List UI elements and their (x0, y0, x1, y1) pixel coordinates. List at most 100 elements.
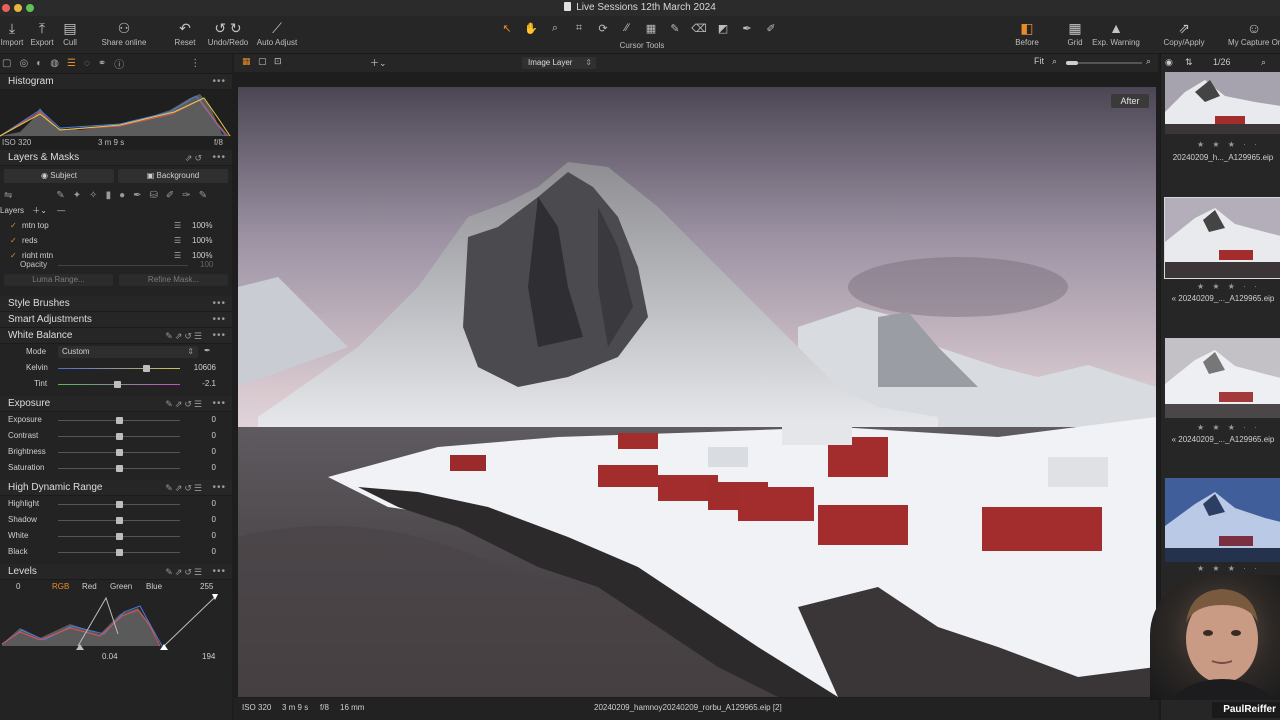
more-icon[interactable]: ••• (212, 328, 226, 344)
slider-knob[interactable] (116, 465, 123, 472)
kelvin-slider-track[interactable] (58, 368, 180, 369)
levels-blue-tab[interactable]: Blue (146, 582, 162, 591)
pen-icon[interactable]: ✒ (133, 190, 141, 201)
my-capture-one-button[interactable]: ☺My Capture One (1228, 16, 1280, 54)
layer-select[interactable]: Image Layer ⇕ (522, 57, 596, 69)
keystone-icon[interactable]: ∕∕ (618, 22, 636, 34)
adjustments-tab-icon[interactable]: ☰ (67, 58, 76, 69)
slider-knob[interactable] (116, 433, 123, 440)
add-icon[interactable]: ＋⌄ (370, 56, 387, 69)
zoom-in-icon[interactable]: ⌕ (1146, 56, 1151, 67)
check-icon[interactable]: ✓ (10, 248, 17, 258)
reset-button[interactable]: ↶ Reset (170, 16, 200, 54)
wb-mode-select[interactable]: Custom ⇕ (58, 346, 198, 358)
tool-controls-icon[interactable]: ✎⇗↺☰ (165, 480, 204, 496)
levels-rgb-tab[interactable]: RGB (52, 582, 69, 591)
add-layer-icon[interactable]: ＋⌄ (32, 206, 47, 215)
slider-knob[interactable] (116, 501, 123, 508)
eye-icon[interactable]: ◉ (1165, 57, 1173, 68)
metadata-tab-icon[interactable]: ⓘ (114, 56, 124, 71)
select-cursor-icon[interactable]: ↖ (498, 22, 516, 35)
layer-row[interactable]: ✓ reds ☰ 100% (0, 233, 232, 248)
single-view-icon[interactable]: ▢ (258, 56, 267, 67)
undo-redo-button[interactable]: ↺ ↻ Undo/Redo (206, 16, 250, 54)
check-icon[interactable]: ✓ (10, 218, 17, 233)
heal-icon[interactable]: ✑ (182, 190, 190, 201)
import-button[interactable]: ⤓ Import (0, 16, 24, 54)
slider-knob[interactable] (116, 549, 123, 556)
layer-row[interactable]: ✓ right mtn ☰ 100% (0, 248, 232, 258)
share-online-button[interactable]: ⚇ Share online (100, 16, 148, 54)
clone-icon[interactable]: ✎ (199, 190, 207, 201)
fill-icon[interactable]: ⛁ (150, 190, 158, 201)
draw-mask-icon[interactable]: ✎ (56, 190, 64, 201)
layers-tab-icon[interactable]: ⚭ (98, 58, 106, 69)
luma-range-button[interactable]: Luma Range... (4, 274, 113, 286)
picker-icon[interactable]: ✒ (738, 22, 756, 35)
refine-mask-button[interactable]: Refine Mask... (119, 274, 228, 286)
more-icon[interactable]: ••• (212, 312, 226, 328)
auto-adjust-button[interactable]: ⟋ Auto Adjust (254, 16, 300, 54)
filmstrip-thumb[interactable] (1165, 72, 1280, 134)
before-button[interactable]: ◧ Before (1012, 16, 1042, 54)
spot-icon[interactable]: ▦ (642, 22, 660, 35)
tool-controls-icon[interactable]: ✎⇗↺☰ (165, 328, 204, 344)
exposure-header[interactable]: Exposure ✎⇗↺☰ ••• (0, 396, 232, 412)
layer-row[interactable]: ✓ mtn top ☰ 100% (0, 218, 232, 233)
gradient-icon[interactable]: ◩ (714, 22, 732, 35)
cull-button[interactable]: ▤ Cull (60, 16, 80, 54)
check-icon[interactable]: ✓ (10, 233, 17, 248)
lens-tab-icon[interactable]: ◐ (36, 58, 42, 69)
zoom-icon[interactable]: ⌕ (1052, 56, 1057, 67)
filmstrip-thumb-selected[interactable] (1164, 197, 1280, 279)
smart-adjustments-header[interactable]: Smart Adjustments ••• (0, 312, 232, 328)
capture-tab-icon[interactable]: ◎ (19, 58, 28, 69)
background-mask-button[interactable]: ▣ Background (118, 169, 228, 183)
remove-layer-icon[interactable]: — (57, 206, 65, 215)
zoom-cursor-icon[interactable]: ⌕ (546, 22, 564, 35)
slider-knob[interactable] (116, 533, 123, 540)
subject-mask-button[interactable]: ◉ Subject (4, 169, 114, 183)
more-icon[interactable]: ••• (212, 396, 226, 412)
white-balance-header[interactable]: White Balance ✎⇗↺☰ ••• (0, 328, 232, 344)
zoom-fit-label[interactable]: Fit (1034, 56, 1044, 66)
eraser-icon[interactable]: ⌫ (690, 22, 708, 35)
panel-menu-icon[interactable]: ⋮ (190, 58, 200, 69)
levels-graph[interactable]: 0.04 194 (0, 594, 232, 661)
image-viewer[interactable] (238, 87, 1156, 697)
erase-mask-icon[interactable]: ✐ (166, 190, 174, 201)
more-icon[interactable]: ••• (212, 74, 226, 90)
more-icon[interactable]: ••• (212, 480, 226, 496)
export-button[interactable]: ⤒ Export (28, 16, 56, 54)
annotate-icon[interactable]: ✐ (762, 22, 780, 35)
layer-controls-icon[interactable]: ⇗↺ (185, 150, 204, 166)
refine-brush-icon[interactable]: ✧ (89, 190, 97, 201)
linear-gradient-icon[interactable]: ▮ (106, 190, 112, 201)
tool-controls-icon[interactable]: ✎⇗↺☰ (165, 564, 204, 580)
crop-icon[interactable]: ⌗ (570, 22, 588, 35)
multi-view-icon[interactable]: ▦ (242, 56, 251, 67)
style-brushes-header[interactable]: Style Brushes ••• (0, 296, 232, 312)
search-icon[interactable]: ⌕ (1261, 57, 1266, 68)
levels-red-tab[interactable]: Red (82, 582, 97, 591)
grid-button[interactable]: ▦ Grid (1064, 16, 1086, 54)
exposure-warning-button[interactable]: ▲ Exp. Warning (1092, 16, 1140, 54)
pan-icon[interactable]: ✋ (522, 22, 540, 35)
slider-knob[interactable] (116, 449, 123, 456)
opacity-slider[interactable] (58, 265, 188, 266)
filmstrip-thumb[interactable] (1165, 338, 1280, 418)
wb-picker-icon[interactable]: ✒ (204, 346, 211, 355)
zoom-slider-knob[interactable] (1066, 61, 1078, 65)
sort-icon[interactable]: ⇅ (1185, 57, 1193, 68)
details-tab-icon[interactable]: ◌ (84, 58, 90, 69)
mask-options-icon[interactable]: ⇋ (4, 190, 12, 201)
more-icon[interactable]: ••• (212, 150, 226, 166)
color-tab-icon[interactable]: ◍ (50, 58, 59, 69)
tint-slider-knob[interactable] (114, 381, 121, 388)
brush-icon[interactable]: ✎ (666, 22, 684, 35)
filmstrip-thumb[interactable] (1165, 478, 1280, 562)
histogram-header[interactable]: Histogram ••• (0, 74, 232, 90)
slider-knob[interactable] (116, 517, 123, 524)
hdr-header[interactable]: High Dynamic Range ✎⇗↺☰ ••• (0, 480, 232, 496)
more-icon[interactable]: ••• (212, 296, 226, 312)
